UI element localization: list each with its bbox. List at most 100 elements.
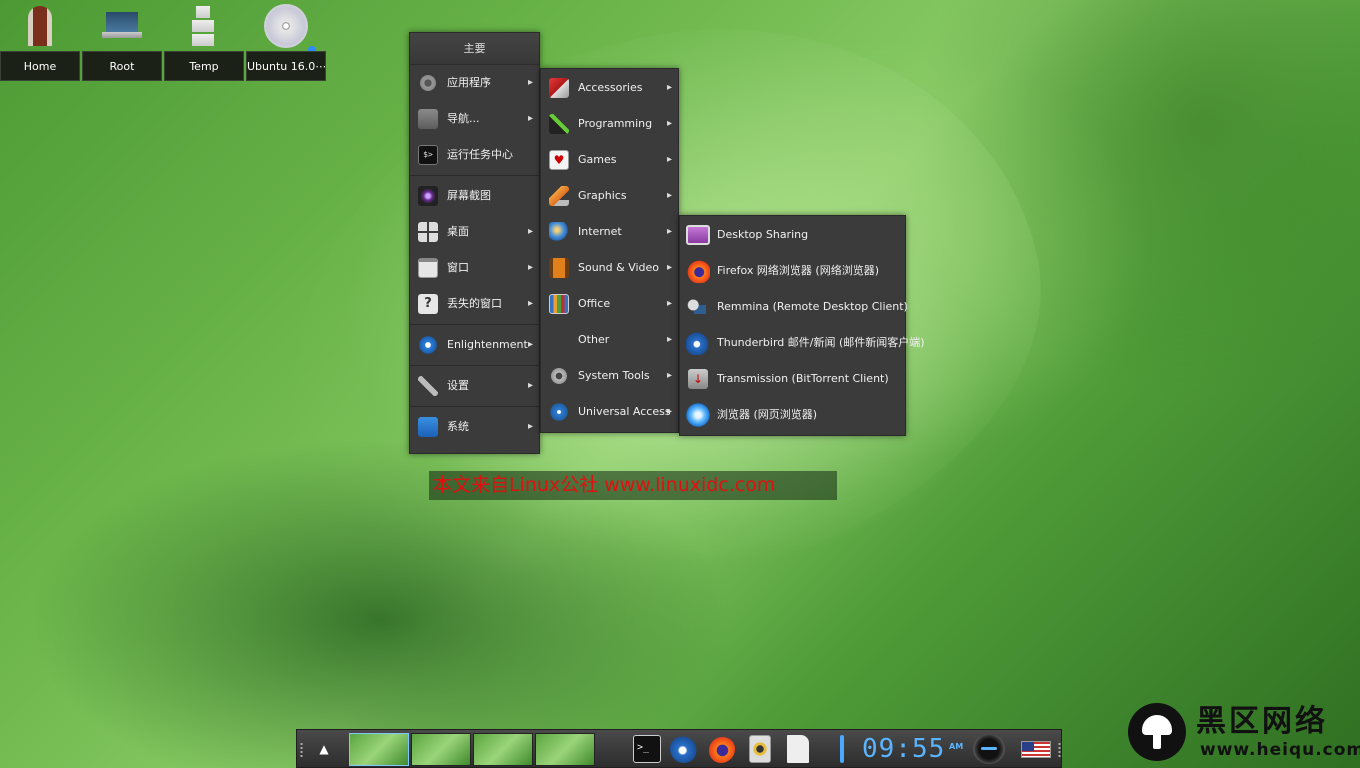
window-icon xyxy=(418,258,438,278)
pager-desk-4[interactable] xyxy=(535,733,595,766)
menu-item-label: Internet xyxy=(578,225,622,238)
pager-desk-1[interactable] xyxy=(349,733,409,766)
menu-item-desktop[interactable]: 桌面 ▸ xyxy=(410,214,539,250)
desktop-icon-root[interactable]: Root xyxy=(82,0,162,82)
mixer-dial-icon[interactable] xyxy=(973,734,1005,764)
firefox-icon xyxy=(686,259,710,283)
menu-item-label: Games xyxy=(578,153,617,166)
menu-item-universal-access[interactable]: Universal Access ▸ xyxy=(541,394,678,430)
menu-item-label: Other xyxy=(578,333,610,346)
menu-item-other[interactable]: Other ▸ xyxy=(541,322,678,358)
menu-item-applications[interactable]: 应用程序 ▸ xyxy=(410,65,539,101)
menu-item-label: Thunderbird 邮件/新闻 (邮件新闻客户端) xyxy=(717,336,925,349)
thermometer-icon xyxy=(840,735,844,763)
menu-item-internet[interactable]: Internet ▸ xyxy=(541,214,678,250)
document-icon[interactable] xyxy=(787,735,809,763)
menu-item-label: Accessories xyxy=(578,81,643,94)
menu-item-sound-video[interactable]: Sound & Video ▸ xyxy=(541,250,678,286)
us-flag-keyboard-layout-icon[interactable] xyxy=(1021,741,1051,758)
desktop-icon-home[interactable]: Home xyxy=(0,0,80,82)
clock-time[interactable]: 09:55 xyxy=(862,732,945,766)
chevron-right-icon: ▸ xyxy=(666,370,672,381)
chevron-right-icon: ▸ xyxy=(666,262,672,273)
menu-item-system[interactable]: 系统 ▸ xyxy=(410,409,539,445)
menu-item-system-tools[interactable]: System Tools ▸ xyxy=(541,358,678,394)
browser-icon xyxy=(685,402,711,428)
chevron-right-icon: ▸ xyxy=(666,118,672,129)
remmina-icon xyxy=(686,297,710,317)
internet-submenu: Desktop Sharing Firefox 网络浏览器 (网络浏览器) Re… xyxy=(679,215,925,436)
chevron-right-icon: ▸ xyxy=(527,339,533,350)
menu-item-label: Transmission (BitTorrent Client) xyxy=(717,372,889,385)
menu-item-label: 桌面 xyxy=(447,225,469,238)
menu-item-browser[interactable]: 浏览器 (网页浏览器) xyxy=(680,397,905,433)
chevron-right-icon: ▸ xyxy=(666,406,672,417)
menu-item-lost-windows[interactable]: ? 丢失的窗口 ▸ xyxy=(410,286,539,322)
question-icon: ? xyxy=(418,294,438,314)
menu-item-firefox[interactable]: Firefox 网络浏览器 (网络浏览器) xyxy=(680,253,905,289)
cd-icon xyxy=(264,4,308,48)
menu-item-label: 浏览器 (网页浏览器) xyxy=(717,408,818,421)
chevron-right-icon: ▸ xyxy=(666,190,672,201)
terminal-icon[interactable]: >_ xyxy=(633,735,661,763)
menu-item-label: 窗口 xyxy=(447,261,469,274)
menu-item-label: 屏幕截图 xyxy=(447,189,491,202)
shelf-grip-handle[interactable] xyxy=(1058,742,1061,758)
pager-desk-2[interactable] xyxy=(411,733,471,766)
blank-icon xyxy=(549,330,569,350)
menu-item-label: Sound & Video xyxy=(578,261,660,274)
menu-item-accessories[interactable]: Accessories ▸ xyxy=(541,70,678,106)
terminal-icon: $> xyxy=(418,145,438,165)
shelf-up-arrow-button[interactable]: ▲ xyxy=(309,734,339,764)
brand-name: 黑区网络 xyxy=(1196,704,1328,739)
menu-item-graphics[interactable]: Graphics ▸ xyxy=(541,178,678,214)
menu-item-label: Desktop Sharing xyxy=(717,228,809,241)
menu-item-programming[interactable]: Programming ▸ xyxy=(541,106,678,142)
menu-item-desktop-sharing[interactable]: Desktop Sharing xyxy=(680,217,905,253)
applications-submenu: Accessories ▸ Programming ▸ ♥ Games ▸ Gr… xyxy=(540,68,679,433)
menu-item-remmina[interactable]: Remmina (Remote Desktop Client) xyxy=(680,289,908,325)
internet-icon xyxy=(549,222,569,242)
pager-desk-3[interactable] xyxy=(473,733,533,766)
menu-item-label: Enlightenment xyxy=(447,338,528,351)
shelf-grip-handle[interactable] xyxy=(300,742,303,758)
desktop-icon-label: Home xyxy=(0,51,80,81)
menu-item-windows[interactable]: 窗口 ▸ xyxy=(410,250,539,286)
desktop-icon-temp[interactable]: Temp xyxy=(164,0,244,82)
menu-separator xyxy=(410,324,539,325)
chevron-right-icon: ▸ xyxy=(666,154,672,165)
menu-item-navigate[interactable]: 导航... ▸ xyxy=(410,101,539,137)
menu-item-settings[interactable]: 设置 ▸ xyxy=(410,368,539,404)
chevron-right-icon: ▸ xyxy=(527,298,533,309)
menu-item-office[interactable]: Office ▸ xyxy=(541,286,678,322)
office-icon xyxy=(549,294,569,314)
menu-item-thunderbird[interactable]: Thunderbird 邮件/新闻 (邮件新闻客户端) xyxy=(680,325,925,361)
menu-separator xyxy=(410,175,539,176)
menu-item-enlightenment[interactable]: Enlightenment ▸ xyxy=(410,327,539,363)
menu-item-label: 丢失的窗口 xyxy=(447,297,502,310)
chevron-right-icon: ▸ xyxy=(527,226,533,237)
desktop-icon-label: Root xyxy=(82,51,162,81)
chevron-right-icon: ▸ xyxy=(666,334,672,345)
clock-ampm: AM xyxy=(949,742,964,751)
menu-item-screenshot[interactable]: 屏幕截图 xyxy=(410,178,539,214)
folder-icon xyxy=(418,109,438,129)
universal-access-icon xyxy=(549,402,569,422)
media-player-icon[interactable] xyxy=(749,735,771,763)
thunderbird-icon[interactable] xyxy=(670,735,698,763)
menu-item-games[interactable]: ♥ Games ▸ xyxy=(541,142,678,178)
transmission-icon: ↓ xyxy=(688,369,708,389)
boxes-icon xyxy=(192,6,216,48)
menu-item-label: Universal Access xyxy=(578,405,671,418)
firefox-icon[interactable] xyxy=(707,735,735,763)
chevron-right-icon: ▸ xyxy=(666,226,672,237)
thunderbird-icon xyxy=(686,331,710,355)
menu-item-transmission[interactable]: ↓ Transmission (BitTorrent Client) xyxy=(680,361,905,397)
desktop-icon-ubuntu[interactable]: Ubuntu 16.0⋯ xyxy=(246,0,326,82)
laptop-icon xyxy=(102,12,142,38)
menu-item-run-everything[interactable]: $> 运行任务中心 xyxy=(410,137,539,173)
sound-video-icon xyxy=(549,258,569,278)
menu-item-label: System Tools xyxy=(578,369,650,382)
graphics-icon xyxy=(549,186,569,206)
menu-item-label: 系统 xyxy=(447,420,469,433)
